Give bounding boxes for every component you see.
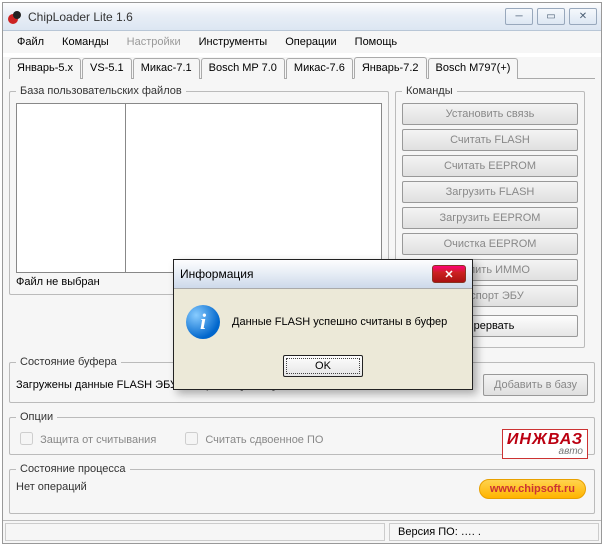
read-double-label: Считать сдвоенное ПО: [181, 429, 323, 448]
read-double-checkbox: [185, 432, 198, 445]
info-dialog: Информация ✕ i Данные FLASH успешно счит…: [173, 259, 473, 390]
commands-legend: Команды: [402, 85, 457, 97]
cmd-button-3[interactable]: Загрузить FLASH: [402, 181, 578, 203]
app-icon: [7, 9, 23, 25]
close-button[interactable]: ✕: [569, 8, 597, 25]
dialog-ok-button[interactable]: OK: [283, 355, 363, 377]
app-window: ChipLoader Lite 1.6 ─ ▭ ✕ Файл Команды Н…: [2, 2, 602, 544]
file-list[interactable]: [126, 103, 382, 273]
tab-5[interactable]: Январь-7.2: [354, 57, 427, 79]
cmd-button-5[interactable]: Очистка EEPROM: [402, 233, 578, 255]
menu-operations[interactable]: Операции: [277, 33, 344, 51]
file-list-area: [16, 103, 382, 273]
cmd-button-1[interactable]: Считать FLASH: [402, 129, 578, 151]
status-left: [5, 523, 385, 541]
statusbar: Версия ПО: …. .: [3, 520, 601, 543]
options-group: Опции Защита от считывания Считать сдвое…: [9, 411, 595, 455]
file-tree[interactable]: [16, 103, 126, 273]
main-area: Январь-5.xVS-5.1Микас-7.1Bosch MP 7.0Мик…: [3, 57, 601, 520]
cmd-button-0[interactable]: Установить связь: [402, 103, 578, 125]
menu-settings: Настройки: [119, 33, 189, 51]
read-protect-checkbox: [20, 432, 33, 445]
menubar: Файл Команды Настройки Инструменты Опера…: [3, 31, 601, 53]
menu-commands[interactable]: Команды: [54, 33, 117, 51]
buffer-legend: Состояние буфера: [16, 356, 121, 368]
cmd-button-2[interactable]: Считать EEPROM: [402, 155, 578, 177]
dialog-message: Данные FLASH успешно считаны в буфер: [232, 316, 447, 328]
tab-0[interactable]: Январь-5.x: [9, 58, 81, 79]
process-legend: Состояние процесса: [16, 463, 130, 475]
user-files-legend: База пользовательских файлов: [16, 85, 186, 97]
menu-tools[interactable]: Инструменты: [191, 33, 276, 51]
tab-1[interactable]: VS-5.1: [82, 58, 132, 79]
status-version: Версия ПО: …. .: [389, 523, 599, 541]
window-title: ChipLoader Lite 1.6: [28, 10, 501, 24]
dialog-close-button[interactable]: ✕: [432, 265, 466, 283]
tab-4[interactable]: Микас-7.6: [286, 58, 353, 79]
add-to-db-button: Добавить в базу: [483, 374, 588, 396]
cmd-button-4[interactable]: Загрузить EEPROM: [402, 207, 578, 229]
menu-file[interactable]: Файл: [9, 33, 52, 51]
read-protect-label: Защита от считывания: [16, 429, 156, 448]
brand-logo: ИНЖВАЗ авто: [502, 429, 588, 459]
options-legend: Опции: [16, 411, 57, 423]
maximize-button[interactable]: ▭: [537, 8, 565, 25]
tab-strip: Январь-5.xVS-5.1Микас-7.1Bosch MP 7.0Мик…: [9, 57, 595, 79]
titlebar: ChipLoader Lite 1.6 ─ ▭ ✕: [3, 3, 601, 31]
tab-2[interactable]: Микас-7.1: [133, 58, 200, 79]
menu-help[interactable]: Помощь: [347, 33, 406, 51]
tab-3[interactable]: Bosch MP 7.0: [201, 58, 285, 79]
tab-6[interactable]: Bosch M797(+): [428, 58, 519, 79]
info-icon: i: [186, 305, 220, 339]
chipsoft-link[interactable]: www.chipsoft.ru: [479, 479, 586, 499]
minimize-button[interactable]: ─: [505, 8, 533, 25]
process-state-group: Состояние процесса Нет операций www.chip…: [9, 463, 595, 514]
dialog-title: Информация: [180, 267, 432, 281]
dialog-titlebar: Информация ✕: [174, 260, 472, 289]
